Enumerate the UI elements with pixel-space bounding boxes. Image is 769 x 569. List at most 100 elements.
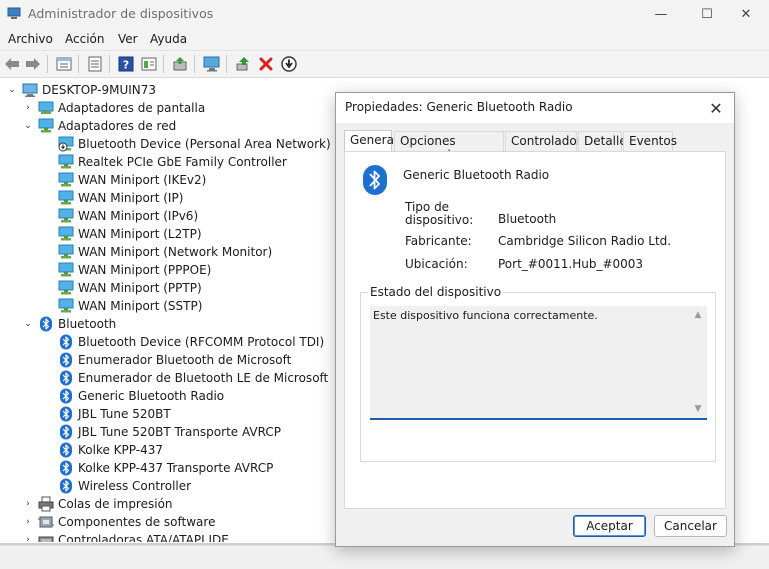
tree-root[interactable]: ⌄ DESKTOP-9MUIN73 bbox=[6, 81, 156, 99]
chevron-right-icon[interactable]: › bbox=[22, 498, 34, 510]
bluetooth-icon bbox=[58, 460, 78, 476]
tree-device[interactable]: Bluetooth Device (RFCOMM Protocol TDI) bbox=[42, 333, 324, 351]
toolbar-separator bbox=[47, 55, 48, 73]
tree-device[interactable]: WAN Miniport (IPv6) bbox=[42, 207, 198, 225]
update-driver-icon[interactable] bbox=[171, 55, 189, 73]
network-adapter-icon bbox=[58, 298, 78, 314]
chevron-right-icon[interactable]: › bbox=[22, 102, 34, 114]
menu-ver[interactable]: Ver bbox=[118, 32, 138, 46]
tree-row-label: Colas de impresión bbox=[58, 497, 173, 511]
scroll-down-icon[interactable]: ▼ bbox=[693, 404, 703, 414]
tree-row-label: Kolke KPP-437 Transporte AVRCP bbox=[78, 461, 274, 475]
help-icon[interactable]: ? bbox=[117, 55, 135, 73]
scan-hardware-icon[interactable] bbox=[203, 55, 221, 73]
manufacturer-value: Cambridge Silicon Radio Ltd. bbox=[498, 234, 672, 248]
bluetooth-icon bbox=[58, 406, 78, 422]
uninstall-x-icon[interactable] bbox=[257, 55, 275, 73]
tree-device[interactable]: Generic Bluetooth Radio bbox=[42, 387, 224, 405]
tree-device[interactable]: Enumerador Bluetooth de Microsoft bbox=[42, 351, 291, 369]
tree-row-label: Bluetooth Device (RFCOMM Protocol TDI) bbox=[78, 335, 325, 349]
chevron-down-icon[interactable]: ⌄ bbox=[22, 318, 34, 330]
accept-button[interactable]: Aceptar bbox=[573, 515, 646, 537]
tree-device[interactable]: Realtek PCIe GbE Family Controller bbox=[42, 153, 287, 171]
svg-text:?: ? bbox=[123, 59, 129, 72]
tree-category[interactable]: › Colas de impresión bbox=[22, 495, 173, 513]
tree-device[interactable]: WAN Miniport (SSTP) bbox=[42, 297, 202, 315]
tree-device[interactable]: WAN Miniport (L2TP) bbox=[42, 225, 202, 243]
toolbar-separator bbox=[78, 55, 79, 73]
tree-category[interactable]: › Adaptadores de pantalla bbox=[22, 99, 205, 117]
close-button[interactable]: ✕ bbox=[723, 0, 769, 28]
chevron-right-icon[interactable]: › bbox=[22, 534, 34, 542]
tree-category[interactable]: ⌄ Adaptadores de red bbox=[22, 117, 176, 135]
tab-eventos[interactable]: Eventos bbox=[623, 131, 677, 151]
tree-category[interactable]: › Controladoras ATA/ATAPI IDE bbox=[22, 531, 229, 542]
tree-category[interactable]: ⌄ Bluetooth bbox=[22, 315, 116, 333]
network-adapter-icon bbox=[58, 208, 78, 224]
menu-bar: Archivo Acción Ver Ayuda bbox=[0, 28, 769, 51]
view-pane-icon[interactable] bbox=[140, 55, 158, 73]
bluetooth-icon bbox=[363, 165, 387, 195]
storage-controller-icon bbox=[38, 532, 58, 542]
computer-icon bbox=[22, 83, 38, 97]
tree-row-label: Enumerador Bluetooth de Microsoft bbox=[78, 353, 292, 367]
tree-device[interactable]: Enumerador de Bluetooth LE de Microsoft bbox=[42, 369, 328, 387]
location-label: Ubicación: bbox=[405, 257, 468, 271]
tree-device[interactable]: Kolke KPP-437 Transporte AVRCP bbox=[42, 459, 273, 477]
tree-device[interactable]: Kolke KPP-437 bbox=[42, 441, 163, 459]
chevron-right-icon[interactable]: › bbox=[22, 516, 34, 528]
tree-row-label: WAN Miniport (IKEv2) bbox=[78, 173, 207, 187]
tab-detalles[interactable]: Detalles bbox=[578, 131, 633, 151]
tree-row-label: WAN Miniport (IPv6) bbox=[78, 209, 199, 223]
tree-device[interactable]: WAN Miniport (IP) bbox=[42, 189, 183, 207]
back-arrow-icon[interactable] bbox=[3, 55, 21, 73]
scroll-up-icon[interactable]: ▲ bbox=[693, 310, 703, 320]
dialog-title: Propiedades: Generic Bluetooth Radio bbox=[345, 100, 573, 114]
tree-row-label: WAN Miniport (IP) bbox=[78, 191, 184, 205]
dialog-close-button[interactable]: ✕ bbox=[704, 97, 728, 119]
device-status-text: Este dispositivo funciona correctamente. bbox=[373, 309, 598, 322]
network-adapter-icon bbox=[58, 244, 78, 260]
forward-arrow-icon[interactable] bbox=[24, 55, 42, 73]
cancel-button[interactable]: Cancelar bbox=[654, 515, 727, 537]
bluetooth-icon bbox=[58, 478, 78, 494]
tree-row-label: WAN Miniport (PPPOE) bbox=[78, 263, 212, 277]
dialog-titlebar: Propiedades: Generic Bluetooth Radio ✕ bbox=[336, 93, 734, 123]
tree-device[interactable]: WAN Miniport (PPPOE) bbox=[42, 261, 211, 279]
minimize-button[interactable]: — bbox=[638, 0, 684, 28]
device-status-textbox[interactable]: Este dispositivo funciona correctamente.… bbox=[370, 306, 707, 420]
details-list-icon[interactable] bbox=[86, 55, 104, 73]
chevron-down-icon[interactable]: ⌄ bbox=[22, 120, 34, 132]
general-tab-panel: Generic Bluetooth Radio Tipo de disposit… bbox=[344, 151, 726, 509]
tree-device[interactable]: WAN Miniport (PPTP) bbox=[42, 279, 202, 297]
tree-device[interactable]: JBL Tune 520BT bbox=[42, 405, 171, 423]
tab-controlador[interactable]: Controlador bbox=[505, 131, 582, 151]
tree-row-label: Bluetooth Device (Personal Area Network)… bbox=[78, 137, 353, 151]
tree-device[interactable]: Bluetooth Device (Personal Area Network)… bbox=[42, 135, 352, 153]
tree-row-label: WAN Miniport (Network Monitor) bbox=[78, 245, 273, 259]
properties-sheet-icon[interactable] bbox=[55, 55, 73, 73]
tree-row-label: Bluetooth bbox=[58, 317, 117, 331]
menu-archivo[interactable]: Archivo bbox=[8, 32, 53, 46]
toolbar-separator bbox=[194, 55, 195, 73]
device-type-label: Tipo de bbox=[405, 200, 450, 214]
tree-category[interactable]: › Componentes de software bbox=[22, 513, 215, 531]
tree-device[interactable]: Wireless Controller bbox=[42, 477, 191, 495]
tree-row-label: WAN Miniport (L2TP) bbox=[78, 227, 202, 241]
properties-dialog: Propiedades: Generic Bluetooth Radio ✕ G… bbox=[335, 92, 735, 547]
enable-device-icon[interactable] bbox=[234, 55, 252, 73]
menu-ayuda[interactable]: Ayuda bbox=[150, 32, 187, 46]
tree-device[interactable]: JBL Tune 520BT Transporte AVRCP bbox=[42, 423, 281, 441]
location-value: Port_#0011.Hub_#0003 bbox=[498, 257, 644, 271]
chevron-down-icon[interactable]: ⌄ bbox=[6, 84, 18, 96]
tree-row-label: JBL Tune 520BT Transporte AVRCP bbox=[78, 425, 281, 439]
tree-row-label: Generic Bluetooth Radio bbox=[78, 389, 225, 403]
tab-opciones-avanzadas[interactable]: Opciones avanzadas bbox=[394, 131, 504, 162]
network-warning-icon bbox=[58, 136, 78, 152]
manufacturer-label: Fabricante: bbox=[405, 234, 472, 248]
menu-accion[interactable]: Acción bbox=[65, 32, 104, 46]
tab-general[interactable]: General bbox=[344, 130, 397, 152]
disable-device-icon[interactable] bbox=[280, 55, 298, 73]
tree-device[interactable]: WAN Miniport (IKEv2) bbox=[42, 171, 206, 189]
tree-device[interactable]: WAN Miniport (Network Monitor) bbox=[42, 243, 272, 261]
